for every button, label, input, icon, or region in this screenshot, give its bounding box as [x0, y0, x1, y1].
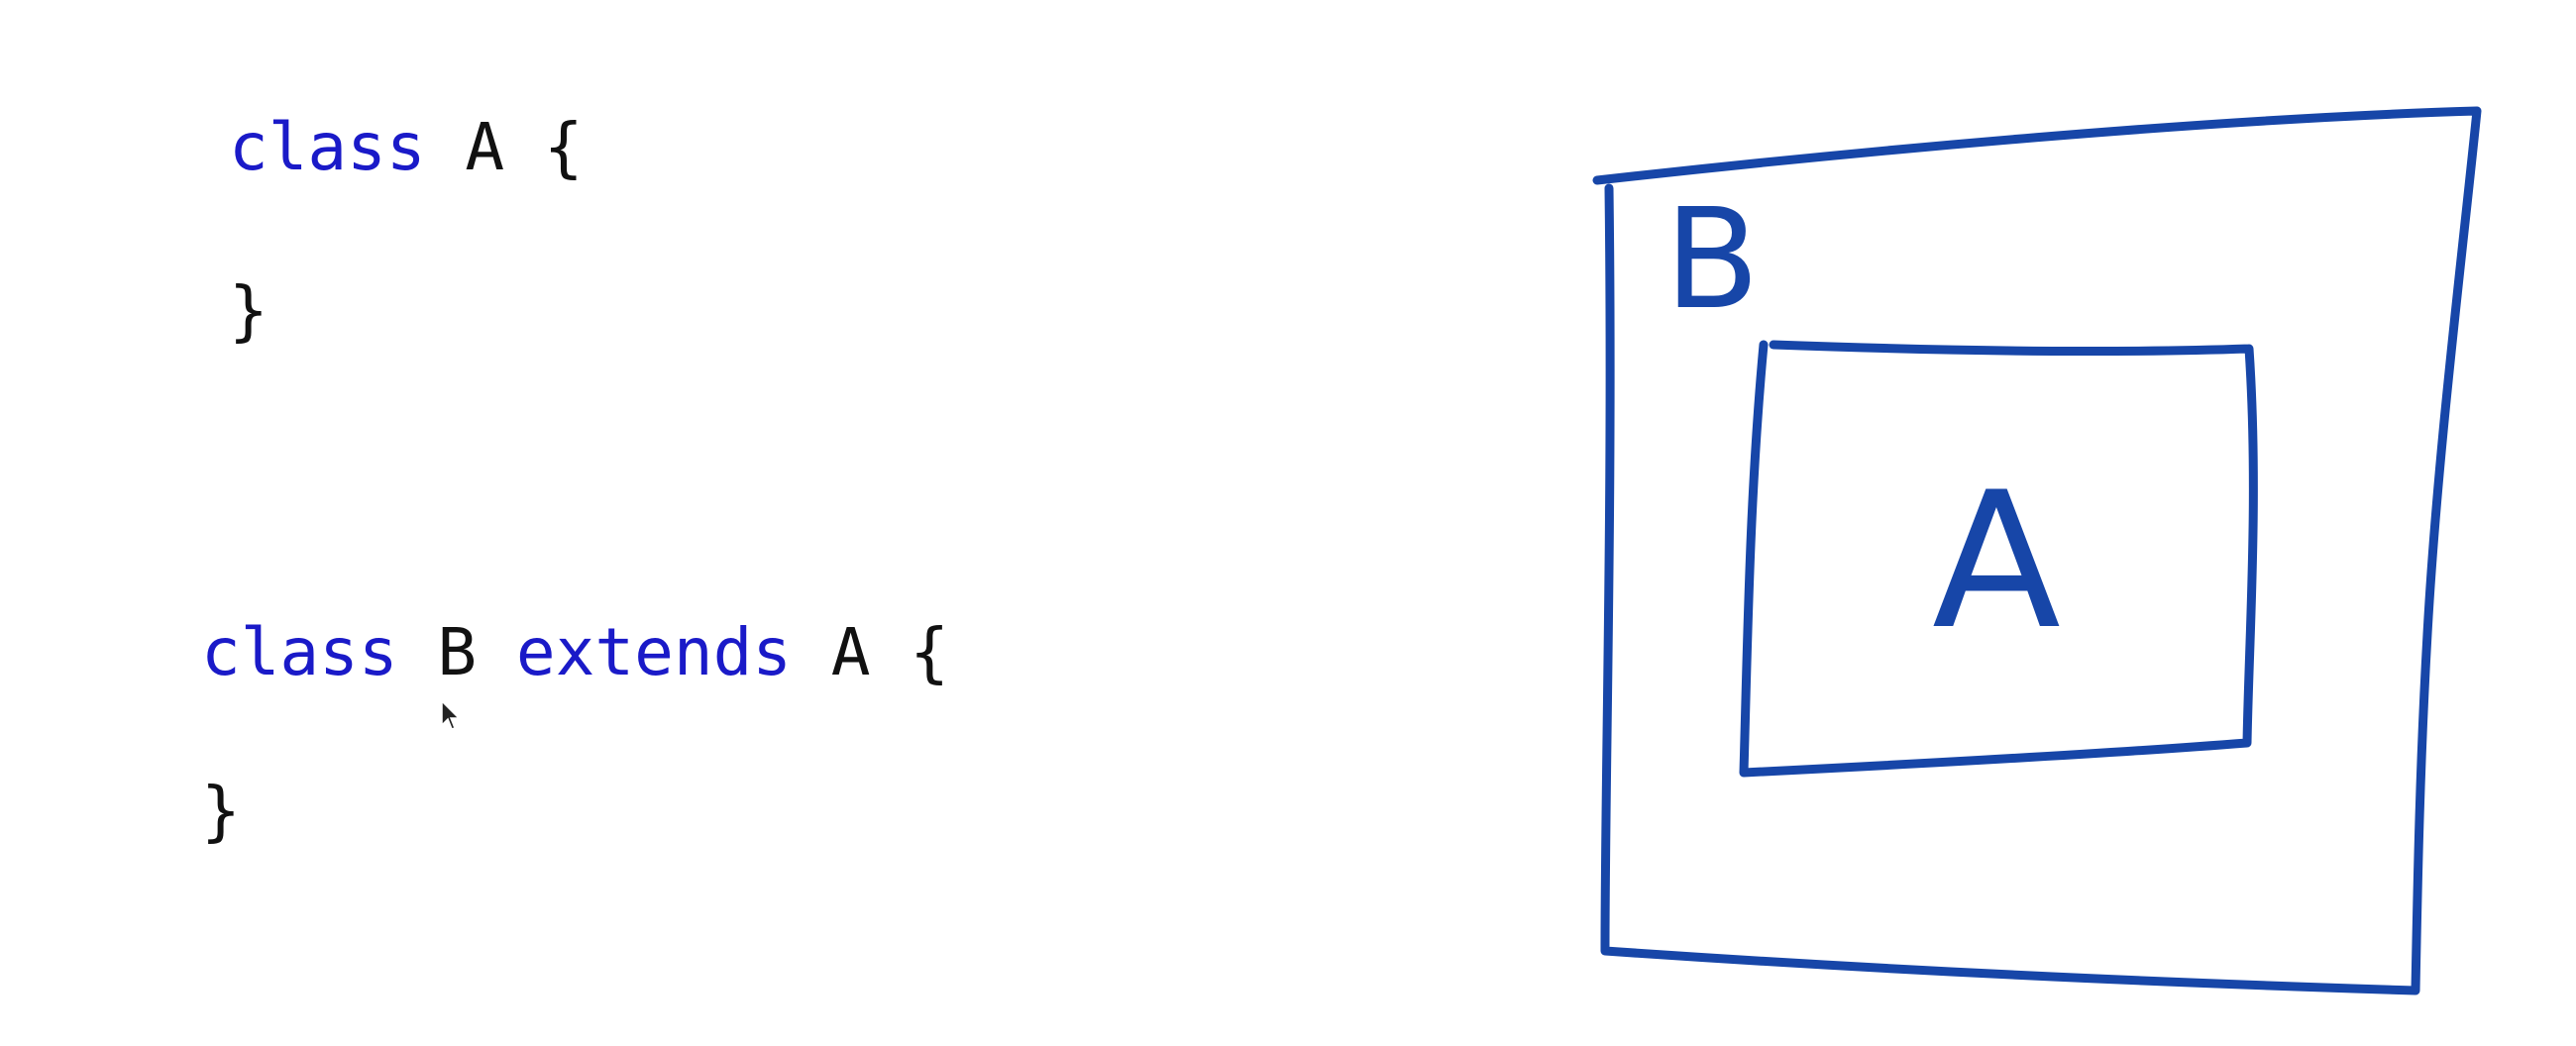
close-brace: } — [228, 272, 268, 349]
diagram-svg: B A — [1592, 106, 2482, 995]
code-line-close-b: } — [44, 713, 241, 909]
close-brace: } — [200, 773, 241, 849]
keyword-extends: extends — [515, 614, 793, 690]
mouse-pointer-icon — [441, 699, 461, 730]
class-name-b: B — [437, 614, 478, 690]
keyword-class: class — [228, 109, 426, 185]
keyword-class: class — [200, 614, 398, 690]
containment-diagram: B A — [1565, 79, 2536, 1030]
code-line-close-a: } — [71, 213, 268, 409]
slide-canvas: class A { } class B extends A { } B A — [0, 0, 2576, 1046]
open-brace: { — [543, 109, 584, 185]
inner-box-label: A — [1932, 452, 2061, 671]
class-name-a: A — [465, 109, 505, 185]
open-brace: { — [910, 614, 950, 690]
outer-box-label: B — [1664, 179, 1760, 341]
parent-class-a: A — [830, 614, 871, 690]
